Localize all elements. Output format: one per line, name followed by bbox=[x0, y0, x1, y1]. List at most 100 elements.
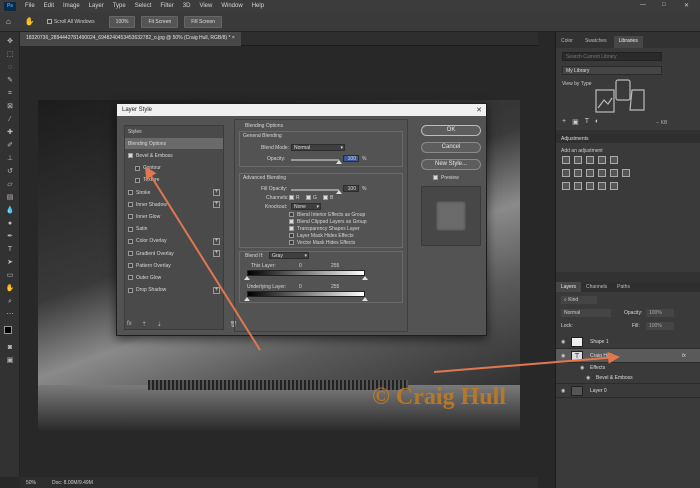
close-icon[interactable]: ✕ bbox=[684, 2, 689, 9]
gradient-tool-icon[interactable]: ▤ bbox=[5, 194, 15, 202]
style-item-contour[interactable]: Contour bbox=[125, 163, 223, 174]
tab-swatches[interactable]: Swatches bbox=[580, 36, 612, 48]
channel-mixer-icon[interactable] bbox=[610, 169, 618, 177]
style-checkbox[interactable] bbox=[135, 165, 140, 171]
history-brush-tool-icon[interactable]: ↺ bbox=[5, 168, 15, 176]
zoom-level[interactable]: 50% bbox=[26, 480, 36, 486]
layer-blend-mode[interactable]: Normal bbox=[561, 309, 611, 317]
pen-tool-icon[interactable]: ✒ bbox=[5, 233, 15, 241]
opacity-slider-thumb[interactable] bbox=[336, 160, 342, 164]
crop-tool-icon[interactable]: ⌗ bbox=[5, 90, 15, 98]
style-item-stroke[interactable]: Stroke + bbox=[125, 187, 223, 198]
fx-icon[interactable]: fx bbox=[682, 353, 686, 359]
home-icon[interactable]: ⌂ bbox=[6, 17, 11, 26]
style-checkbox[interactable] bbox=[128, 153, 133, 159]
underlying-layer-gradient[interactable] bbox=[247, 291, 365, 297]
add-style-icon[interactable]: + bbox=[213, 286, 220, 294]
color-balance-icon[interactable] bbox=[574, 169, 582, 177]
eye-icon[interactable]: ◉ bbox=[561, 388, 567, 394]
hue-saturation-icon[interactable] bbox=[562, 169, 570, 177]
style-item-bevel-emboss[interactable]: Bevel & Emboss bbox=[125, 150, 223, 161]
threshold-icon[interactable] bbox=[586, 182, 594, 190]
style-item-gradient-overlay[interactable]: Gradient Overlay + bbox=[125, 248, 223, 259]
document-tab[interactable]: 18320736_2894442781490024_69482404534536… bbox=[20, 32, 241, 46]
vector-mask-hides-checkbox[interactable] bbox=[289, 240, 294, 245]
shape-tool-icon[interactable]: ▭ bbox=[5, 272, 15, 280]
posterize-icon[interactable] bbox=[574, 182, 582, 190]
style-checkbox[interactable] bbox=[128, 238, 133, 244]
add-style-icon[interactable]: + bbox=[213, 250, 220, 257]
eraser-tool-icon[interactable]: ▱ bbox=[5, 181, 15, 189]
library-select[interactable]: My Library bbox=[562, 66, 662, 75]
library-search-input[interactable]: Search Current Library bbox=[562, 52, 662, 61]
style-checkbox[interactable] bbox=[128, 275, 133, 281]
curves-icon[interactable] bbox=[586, 156, 594, 164]
preview-checkbox[interactable] bbox=[433, 175, 438, 180]
more-tools-icon[interactable]: ⋯ bbox=[5, 311, 15, 319]
layer-effects-row[interactable]: ◉ Effects bbox=[556, 363, 700, 373]
quick-select-tool-icon[interactable]: ✎ bbox=[5, 77, 15, 85]
zoom-100-button[interactable]: 100% bbox=[108, 15, 136, 28]
vibrance-icon[interactable] bbox=[610, 156, 618, 164]
layer-row-layer-0[interactable]: ◉ Layer 0 bbox=[556, 384, 700, 398]
add-color-icon[interactable]: ◐ bbox=[595, 118, 599, 126]
knockout-dropdown[interactable]: None bbox=[291, 203, 321, 210]
type-tool-icon[interactable]: T bbox=[5, 246, 15, 254]
menu-edit[interactable]: Edit bbox=[44, 3, 54, 9]
move-up-icon[interactable]: ⇡ bbox=[142, 321, 147, 328]
style-checkbox[interactable] bbox=[135, 177, 140, 183]
style-checkbox[interactable] bbox=[128, 226, 133, 232]
transparency-shapes-checkbox[interactable] bbox=[289, 226, 294, 231]
invert-icon[interactable] bbox=[562, 182, 570, 190]
add-text-icon[interactable]: T bbox=[585, 118, 589, 126]
blend-if-dropdown[interactable]: Gray bbox=[269, 252, 309, 259]
tab-libraries[interactable]: Libraries bbox=[613, 36, 643, 48]
tab-channels[interactable]: Channels bbox=[581, 282, 612, 292]
ok-button[interactable]: OK bbox=[421, 125, 481, 136]
underlying-white-thumb[interactable] bbox=[362, 297, 368, 301]
channel-r-checkbox[interactable] bbox=[289, 195, 294, 200]
layer-mask-hides-checkbox[interactable] bbox=[289, 233, 294, 238]
menu-window[interactable]: Window bbox=[221, 3, 242, 9]
minimize-icon[interactable]: — bbox=[640, 2, 646, 8]
path-select-tool-icon[interactable]: ➤ bbox=[5, 259, 15, 267]
add-style-icon[interactable]: + bbox=[213, 189, 220, 196]
tab-layers[interactable]: Layers bbox=[556, 282, 582, 292]
new-style-button[interactable]: New Style... bbox=[421, 159, 481, 170]
style-checkbox[interactable] bbox=[128, 263, 133, 269]
layer-row-craig-hull[interactable]: ◉ T Craig Hull fx bbox=[556, 349, 700, 363]
channel-b-checkbox[interactable] bbox=[323, 195, 328, 200]
gradient-map-icon[interactable] bbox=[598, 182, 606, 190]
layer-filter-kind[interactable]: ⌕ Kind bbox=[561, 296, 597, 304]
blend-mode-dropdown[interactable]: Normal bbox=[291, 144, 345, 151]
layer-row-shape-1[interactable]: ◉ Shape 1 bbox=[556, 335, 700, 349]
style-item-styles[interactable]: Styles bbox=[125, 126, 223, 137]
maximize-icon[interactable]: □ bbox=[662, 2, 666, 8]
this-layer-white-thumb[interactable] bbox=[362, 276, 368, 280]
menu-view[interactable]: View bbox=[199, 3, 212, 9]
stamp-tool-icon[interactable]: ⊥ bbox=[5, 155, 15, 163]
zoom-tool-icon[interactable]: ⌕ bbox=[5, 298, 15, 306]
exposure-icon[interactable] bbox=[598, 156, 606, 164]
blend-interior-checkbox[interactable] bbox=[289, 212, 294, 217]
fill-screen-button[interactable]: Fill Screen bbox=[184, 15, 222, 28]
blend-clipped-checkbox[interactable] bbox=[289, 219, 294, 224]
style-checkbox[interactable] bbox=[128, 190, 133, 195]
opacity-input[interactable]: 100 bbox=[343, 155, 359, 162]
fit-screen-button[interactable]: Fit Screen bbox=[141, 15, 179, 28]
fill-opacity-slider-thumb[interactable] bbox=[336, 190, 342, 194]
style-checkbox[interactable] bbox=[128, 251, 133, 256]
menu-filter[interactable]: Filter bbox=[160, 3, 173, 9]
menu-layer[interactable]: Layer bbox=[89, 3, 104, 9]
eye-icon[interactable]: ◉ bbox=[580, 365, 586, 371]
eye-icon[interactable]: ◉ bbox=[561, 353, 567, 359]
menu-type[interactable]: Type bbox=[113, 3, 126, 9]
close-icon[interactable]: × bbox=[232, 35, 235, 41]
fx-icon[interactable]: fx bbox=[127, 321, 132, 328]
brightness-contrast-icon[interactable] bbox=[562, 156, 570, 164]
color-lookup-icon[interactable] bbox=[622, 169, 630, 177]
layer-fill-input[interactable]: 100% bbox=[646, 322, 674, 330]
dialog-title-bar[interactable]: Layer Style ✕ bbox=[117, 104, 486, 116]
photo-filter-icon[interactable] bbox=[598, 169, 606, 177]
dodge-tool-icon[interactable]: ● bbox=[5, 220, 15, 228]
